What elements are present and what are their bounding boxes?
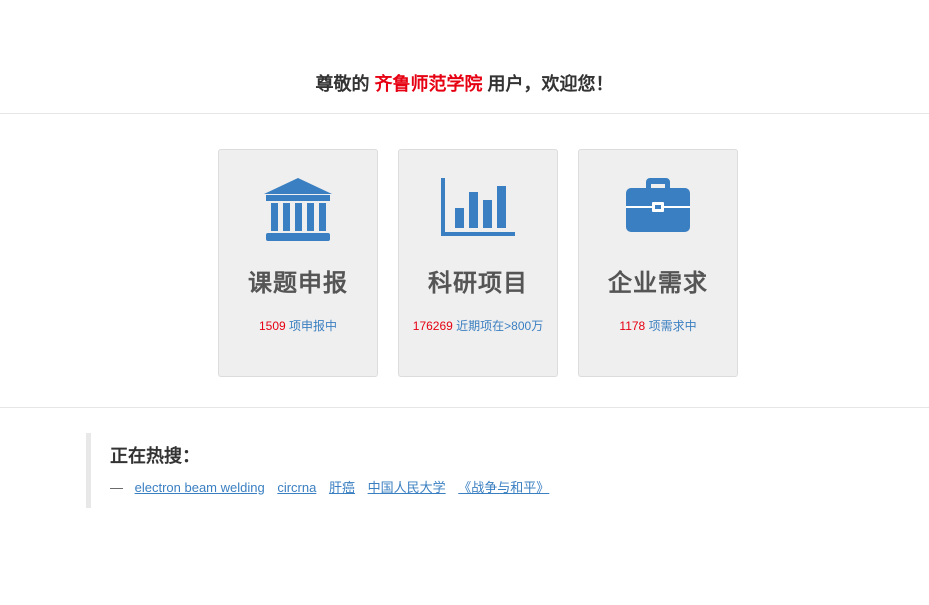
feature-cards: 课题申报 1509 项申报中 科研项目 176269 近期项在>800万 企业需… (218, 149, 738, 377)
hot-search-label: 正在热搜： (110, 446, 200, 466)
hot-search-links: — electron beam welding circrna 肝癌 中国人民大… (110, 479, 558, 497)
hot-search-dash: — (110, 480, 123, 495)
institution-icon (219, 176, 377, 248)
card-stat-text: 近期项在>800万 (456, 319, 544, 333)
bar-chart-icon (399, 176, 557, 248)
hot-search-section: 正在热搜： — electron beam welding circrna 肝癌… (86, 433, 686, 508)
briefcase-icon (579, 176, 737, 248)
card-research-projects[interactable]: 科研项目 176269 近期项在>800万 (398, 149, 558, 377)
hot-search-link[interactable]: 肝癌 (329, 480, 355, 495)
card-stat: 1509 项申报中 (219, 317, 377, 335)
card-stat: 1178 项需求中 (579, 317, 737, 335)
card-stat-text: 项申报中 (289, 319, 338, 333)
card-enterprise-demand[interactable]: 企业需求 1178 项需求中 (578, 149, 738, 377)
card-title: 科研项目 (428, 270, 528, 297)
card-stat-count: 176269 (412, 319, 453, 333)
welcome-prefix: 尊敬的 (315, 74, 370, 94)
hot-search-link[interactable]: 《战争与和平》 (458, 480, 549, 495)
card-stat-count: 1509 (258, 319, 286, 333)
welcome-message: 尊敬的 齐鲁师范学院 用户，欢迎您！ (0, 70, 929, 98)
card-topic-application[interactable]: 课题申报 1509 项申报中 (218, 149, 378, 377)
hot-search-link[interactable]: 中国人民大学 (368, 480, 446, 495)
hot-search-link[interactable]: circrna (277, 480, 316, 495)
divider-top (0, 113, 929, 114)
card-title: 课题申报 (248, 270, 348, 297)
welcome-org-name: 齐鲁师范学院 (374, 74, 483, 94)
card-title: 企业需求 (608, 270, 708, 297)
welcome-suffix: 用户，欢迎您！ (487, 74, 614, 94)
card-stat: 176269 近期项在>800万 (399, 317, 557, 335)
divider-bottom (0, 407, 929, 408)
card-stat-count: 1178 (619, 319, 646, 333)
hot-search-link[interactable]: electron beam welding (135, 480, 265, 495)
card-stat-text: 项需求中 (648, 319, 697, 333)
